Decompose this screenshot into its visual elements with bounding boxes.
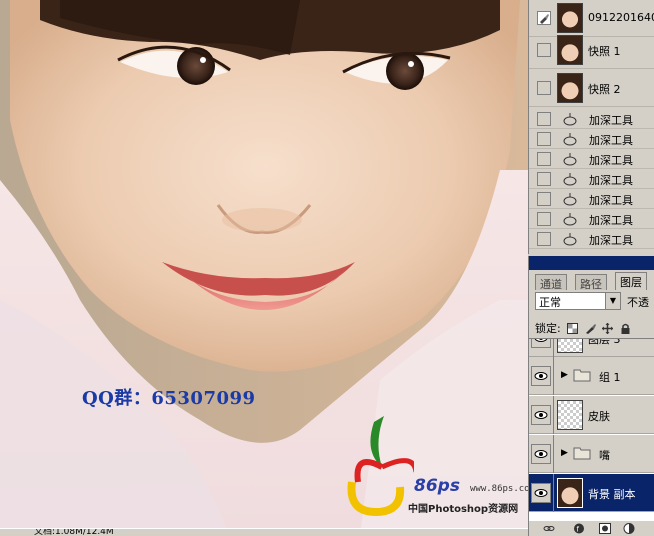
history-state-label: 加深工具 (589, 134, 633, 147)
tab-channels[interactable]: 通道 (535, 274, 567, 291)
history-brush-source-checkbox[interactable] (537, 172, 551, 186)
eye-icon[interactable] (531, 444, 551, 464)
adjustment-layer-icon[interactable] (623, 523, 635, 534)
eye-icon[interactable] (531, 483, 551, 503)
layer-name: 图层 3 (588, 338, 621, 346)
snapshot-label: 091220164016 (588, 11, 654, 24)
watermark-logo (347, 416, 414, 517)
eye-icon[interactable] (531, 339, 551, 348)
eye-icon[interactable] (531, 405, 551, 425)
layer-group-row[interactable]: ▶ 组 1 (529, 357, 654, 395)
history-state[interactable]: 加深工具 (529, 189, 654, 209)
tab-paths[interactable]: 路径 (575, 274, 607, 291)
watermark-86ps: 86ps (414, 476, 460, 496)
lock-label: 锁定: (535, 322, 561, 335)
layers-panel: 通道 路径 图层 正常 ▼ 不透 锁定: 图层 3 ▶ 组 1 皮肤 ▶ 嘴 背… (528, 256, 654, 536)
lock-position-move-icon[interactable] (602, 323, 614, 334)
panel-tabs: 通道 路径 图层 (529, 272, 654, 291)
layer-thumbnail (557, 339, 583, 353)
history-state[interactable]: 加深工具 (529, 209, 654, 229)
snapshot-label: 快照 2 (588, 83, 621, 96)
history-state-label: 加深工具 (589, 194, 633, 207)
layer-row-selected[interactable]: 背景 副本 (529, 474, 654, 512)
history-snapshot[interactable]: 快照 2 (529, 70, 654, 107)
burn-tool-icon (563, 153, 577, 166)
eye-icon[interactable] (531, 366, 551, 386)
history-state-label: 加深工具 (589, 214, 633, 227)
layer-style-fx-icon[interactable]: f (573, 523, 585, 534)
document-canvas[interactable]: QQ群：65307099 86ps www.86ps.com 中国Photosh… (0, 0, 528, 536)
history-brush-source-checkbox[interactable] (537, 11, 551, 25)
history-state[interactable]: 加深工具 (529, 169, 654, 189)
history-state[interactable]: 加深工具 (529, 129, 654, 149)
blend-mode-select[interactable]: 正常 ▼ (535, 292, 621, 310)
history-brush-source-checkbox[interactable] (537, 43, 551, 57)
layers-bottom-toolbar: f (529, 520, 654, 536)
burn-tool-icon (563, 113, 577, 126)
history-brush-source-checkbox[interactable] (537, 112, 551, 126)
chevron-down-icon[interactable]: ▼ (605, 293, 620, 309)
history-state[interactable]: 加深工具 (529, 109, 654, 129)
document-status-bar: 文档:1.08M/12.4M (0, 528, 528, 536)
tab-layers[interactable]: 图层 (615, 272, 647, 290)
brush-icon (540, 14, 549, 24)
opacity-label: 不透 (627, 296, 649, 309)
folder-icon (573, 447, 591, 460)
snapshot-label: 快照 1 (588, 45, 621, 58)
lock-all-icon[interactable] (620, 323, 631, 334)
history-state-label: 加深工具 (589, 154, 633, 167)
layer-list: 图层 3 ▶ 组 1 皮肤 ▶ 嘴 背景 副本 (529, 338, 654, 520)
burn-tool-icon (563, 233, 577, 246)
burn-tool-icon (563, 133, 577, 146)
expand-triangle-icon[interactable]: ▶ (561, 448, 568, 458)
history-brush-source-checkbox[interactable] (537, 232, 551, 246)
history-state-label: 加深工具 (589, 114, 633, 127)
history-brush-source-checkbox[interactable] (537, 212, 551, 226)
blend-mode-value: 正常 (539, 296, 561, 309)
history-brush-source-checkbox[interactable] (537, 81, 551, 95)
lock-controls: 锁定: (535, 320, 654, 336)
layer-group-name: 组 1 (599, 371, 621, 384)
link-layers-icon[interactable] (543, 523, 555, 534)
layer-thumbnail (557, 400, 583, 430)
history-brush-source-checkbox[interactable] (537, 132, 551, 146)
layer-row[interactable]: 皮肤 (529, 396, 654, 434)
layer-row[interactable]: 图层 3 (529, 338, 654, 357)
qq-group-text: QQ群：65307099 (82, 388, 256, 409)
watermark-url: www.86ps.com (470, 484, 528, 494)
history-snapshot[interactable]: 快照 1 (529, 32, 654, 69)
history-brush-source-checkbox[interactable] (537, 152, 551, 166)
history-state[interactable]: 加深工具 (529, 149, 654, 169)
watermark-site-name: 中国Photoshop资源网 (408, 504, 519, 515)
portrait-photo (0, 0, 528, 536)
layer-group-name: 嘴 (599, 449, 610, 462)
history-panel: 091220164016 快照 1 快照 2 加深工具 加深工具 加深工具 加深… (528, 0, 654, 254)
snapshot-thumbnail (557, 73, 583, 103)
history-state-label: 加深工具 (589, 174, 633, 187)
expand-triangle-icon[interactable]: ▶ (561, 370, 568, 380)
history-state-label: 加深工具 (589, 234, 633, 247)
burn-tool-icon (563, 173, 577, 186)
history-brush-source-checkbox[interactable] (537, 192, 551, 206)
layer-thumbnail (557, 478, 583, 508)
burn-tool-icon (563, 193, 577, 206)
layer-group-row[interactable]: ▶ 嘴 (529, 435, 654, 473)
panel-title-bar[interactable] (529, 256, 654, 270)
snapshot-thumbnail (557, 35, 583, 65)
history-state[interactable]: 加深工具 (529, 229, 654, 249)
snapshot-thumbnail (557, 3, 583, 33)
layer-name: 皮肤 (588, 410, 610, 423)
layer-name: 背景 副本 (588, 488, 636, 501)
lock-transparent-icon[interactable] (567, 323, 579, 334)
lock-image-brush-icon[interactable] (585, 323, 596, 334)
burn-tool-icon (563, 213, 577, 226)
folder-icon (573, 369, 591, 382)
add-mask-icon[interactable] (599, 523, 611, 534)
